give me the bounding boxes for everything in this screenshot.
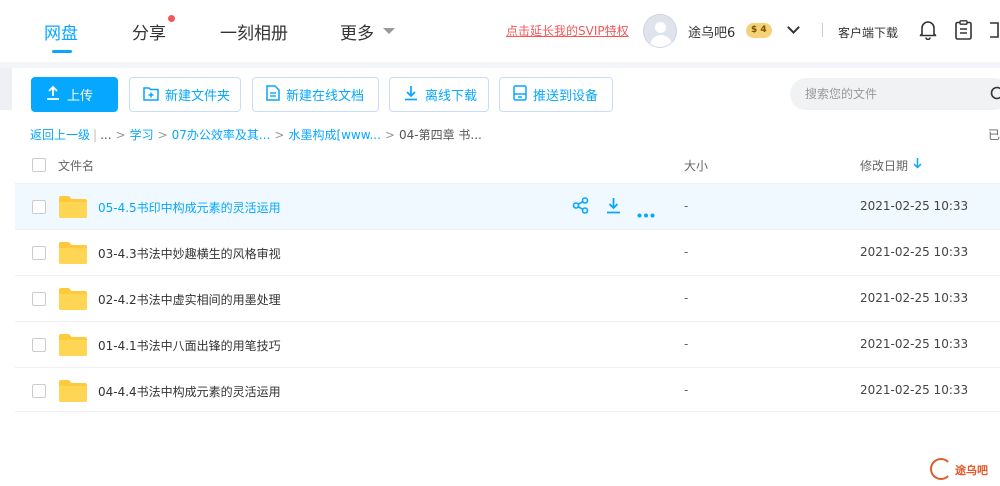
- file-size: -: [684, 245, 689, 259]
- file-size: -: [684, 337, 689, 351]
- file-size: -: [684, 291, 689, 305]
- offline-download-button[interactable]: 离线下载: [389, 77, 489, 112]
- settings-icon[interactable]: [988, 20, 1000, 44]
- new-online-doc-label: 新建在线文档: [286, 88, 365, 103]
- more-icon[interactable]: [637, 203, 655, 222]
- push-to-device-button[interactable]: 推送到设备: [499, 77, 613, 112]
- divider: [0, 62, 1000, 68]
- tab-more[interactable]: 更多: [340, 19, 374, 44]
- file-name[interactable]: 01-4.1书法中八面出锋的用笔技巧: [98, 337, 281, 354]
- file-modified-date: 2021-02-25 10:33: [860, 199, 969, 213]
- watermark-logo-icon: [930, 458, 952, 480]
- back-link[interactable]: 返回上一级: [30, 126, 90, 143]
- file-name[interactable]: 02-4.2书法中虚实相间的用墨处理: [98, 291, 281, 308]
- divider: [15, 411, 1000, 412]
- column-size-header[interactable]: 大小: [684, 157, 708, 174]
- table-row[interactable]: 04-4.4书法中构成元素的灵活运用 - 2021-02-25 10:33: [15, 367, 1000, 413]
- upload-icon: [45, 85, 61, 104]
- breadcrumb-current: 04-第四章 书...: [398, 128, 482, 142]
- tab-netdisk[interactable]: 网盘: [44, 19, 78, 44]
- folder-icon[interactable]: [59, 195, 87, 222]
- row-checkbox[interactable]: [32, 384, 46, 398]
- column-modified-header[interactable]: 修改日期: [860, 157, 908, 174]
- file-name[interactable]: 05-4.5书印中构成元素的灵活运用: [98, 199, 281, 216]
- search-icon[interactable]: [990, 86, 1000, 106]
- svip-renew-link[interactable]: 点击延长我的SVIP特权: [506, 22, 629, 39]
- tab-album[interactable]: 一刻相册: [220, 19, 288, 44]
- user-menu-chevron-icon[interactable]: [787, 21, 800, 34]
- active-tab-indicator: [52, 50, 72, 53]
- avatar[interactable]: [643, 14, 677, 48]
- client-download-link[interactable]: 客户端下载: [838, 24, 898, 41]
- clipboard-icon[interactable]: [955, 20, 972, 44]
- new-folder-label: 新建文件夹: [165, 88, 231, 103]
- row-checkbox[interactable]: [32, 200, 46, 214]
- watermark: 途乌吧: [955, 464, 988, 477]
- search-input[interactable]: [790, 78, 1000, 110]
- row-checkbox[interactable]: [32, 246, 46, 260]
- row-checkbox[interactable]: [32, 292, 46, 306]
- file-size: -: [684, 383, 689, 397]
- new-online-doc-button[interactable]: 新建在线文档: [252, 77, 379, 112]
- file-modified-date: 2021-02-25 10:33: [860, 337, 969, 351]
- table-row[interactable]: 01-4.1书法中八面出锋的用笔技巧 - 2021-02-25 10:33: [15, 321, 1000, 367]
- column-name-header[interactable]: 文件名: [58, 157, 94, 174]
- notification-dot: [168, 15, 175, 22]
- file-name[interactable]: 04-4.4书法中构成元素的灵活运用: [98, 383, 281, 400]
- row-checkbox[interactable]: [32, 338, 46, 352]
- file-modified-date: 2021-02-25 10:33: [860, 245, 969, 259]
- download-icon[interactable]: [605, 197, 622, 218]
- breadcrumb-item[interactable]: 07办公效率及其...: [172, 126, 271, 143]
- document-icon: [266, 85, 280, 104]
- folder-plus-icon: [143, 86, 159, 104]
- tab-share[interactable]: 分享: [132, 19, 166, 44]
- file-modified-date: 2021-02-25 10:33: [860, 383, 969, 397]
- divider: [822, 23, 823, 37]
- offline-download-label: 离线下载: [425, 88, 478, 103]
- loaded-count: 已: [988, 128, 1000, 142]
- select-all-checkbox[interactable]: [32, 158, 46, 172]
- chevron-down-icon[interactable]: [383, 28, 395, 34]
- vip-level-badge: $ 4: [746, 23, 772, 38]
- folder-icon[interactable]: [59, 287, 87, 314]
- folder-icon[interactable]: [59, 333, 87, 360]
- username[interactable]: 途乌吧6: [688, 22, 735, 41]
- upload-label: 上传: [67, 88, 94, 103]
- share-icon[interactable]: [572, 197, 589, 218]
- sort-arrow-icon[interactable]: [913, 157, 922, 172]
- file-size: -: [684, 199, 689, 213]
- new-folder-button[interactable]: 新建文件夹: [129, 77, 241, 112]
- download-icon: [403, 85, 419, 104]
- folder-icon[interactable]: [59, 379, 87, 406]
- breadcrumb-item[interactable]: 学习: [130, 126, 154, 143]
- table-row[interactable]: 03-4.3书法中妙趣横生的风格审视 - 2021-02-25 10:33: [15, 229, 1000, 275]
- top-nav: 网盘 分享 一刻相册 更多 点击延长我的SVIP特权 途乌吧6 $ 4 客户端下…: [0, 0, 1000, 62]
- table-row[interactable]: 05-4.5书印中构成元素的灵活运用 - 2021-02-25 10:33: [15, 183, 1000, 229]
- table-row[interactable]: 02-4.2书法中虚实相间的用墨处理 - 2021-02-25 10:33: [15, 275, 1000, 321]
- folder-icon[interactable]: [59, 241, 87, 268]
- file-modified-date: 2021-02-25 10:33: [860, 291, 969, 305]
- push-to-device-label: 推送到设备: [533, 88, 599, 103]
- bell-icon[interactable]: [919, 20, 937, 44]
- device-icon: [513, 85, 527, 104]
- table-header: 文件名 大小 修改日期: [0, 147, 1000, 183]
- breadcrumb-item[interactable]: 水墨构成[www...: [288, 126, 380, 143]
- breadcrumb: 返回上一级 |... > 学习 >07办公效率及其... > 水墨构成[www... >04-…: [30, 126, 482, 143]
- upload-button[interactable]: 上传: [31, 77, 118, 112]
- file-name[interactable]: 03-4.3书法中妙趣横生的风格审视: [98, 245, 281, 262]
- sidebar-edge: [0, 68, 12, 110]
- breadcrumb-ellipsis[interactable]: ...: [100, 128, 111, 142]
